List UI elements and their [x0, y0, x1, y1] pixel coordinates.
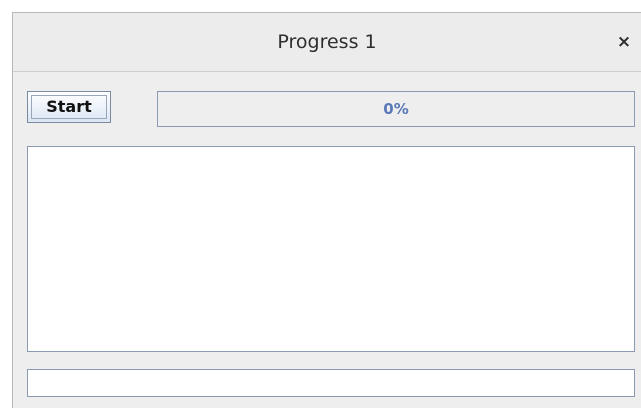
focus-ring: [31, 95, 107, 119]
progress-label: 0%: [383, 100, 409, 118]
close-icon[interactable]: ×: [611, 29, 637, 55]
window-title: Progress 1: [277, 31, 377, 53]
log-text-area[interactable]: [27, 146, 635, 352]
start-button[interactable]: Start: [27, 91, 111, 123]
progress-window: Progress 1 × Start 0%: [12, 12, 641, 408]
progress-bar: 0%: [157, 91, 635, 127]
title-bar: Progress 1 ×: [13, 13, 641, 72]
status-text-field[interactable]: [27, 369, 635, 397]
